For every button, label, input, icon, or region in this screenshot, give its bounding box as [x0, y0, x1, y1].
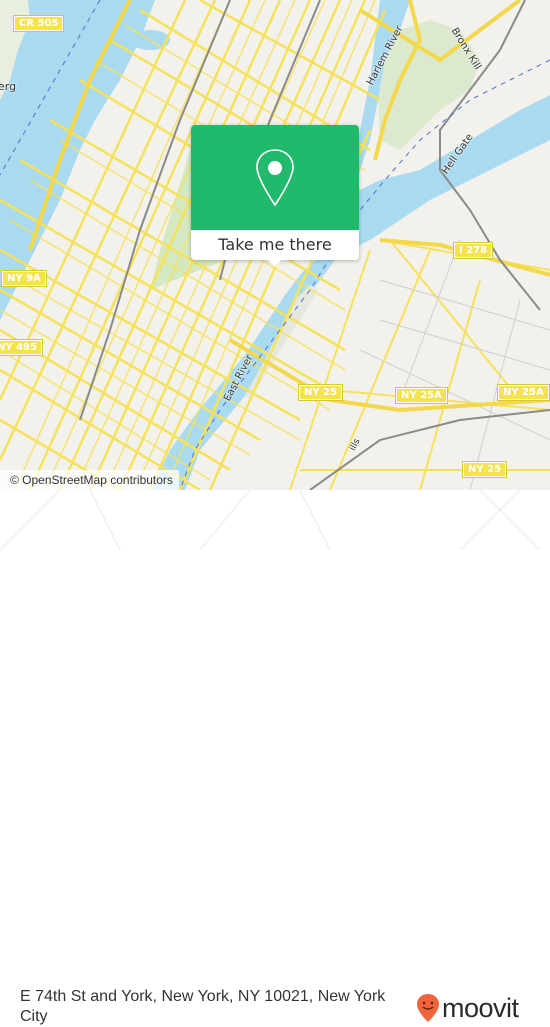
route-shield-ny25a-east: NY 25A — [497, 384, 550, 401]
popup-header — [191, 125, 359, 230]
popup-pointer — [267, 258, 283, 267]
place-label-berg: erg — [0, 80, 17, 93]
route-shield-i278: I 278 — [452, 242, 494, 259]
queens-streets — [289, 239, 550, 490]
route-shield-ny25a: NY 25A — [395, 387, 448, 404]
route-shield-ny9a: NY 9A — [1, 270, 47, 287]
route-shield-ny495: NY 495 — [0, 339, 43, 356]
moovit-wordmark: moovit — [442, 993, 519, 1023]
moovit-logo[interactable]: moovit — [416, 993, 519, 1023]
osm-attribution[interactable]: © OpenStreetMap contributors — [0, 470, 179, 490]
map-pin-icon — [256, 149, 294, 207]
route-shield-cr505: CR 505 — [12, 15, 65, 32]
moovit-pin-icon — [417, 994, 439, 1022]
take-me-there-button[interactable]: Take me there — [191, 230, 359, 260]
map[interactable]: CR 505 NY 9A NY 495 I 278 NY 25 NY 25A N… — [0, 0, 550, 490]
footer: E 74th St and York, New York, NY 10021, … — [0, 490, 550, 1025]
destination-popup: Take me there — [191, 125, 359, 267]
address-text: E 74th St and York, New York, NY 10021, … — [20, 988, 386, 1025]
route-shield-ny25: NY 25 — [297, 384, 344, 401]
route-shield-ny25-east: NY 25 — [461, 461, 508, 478]
footer-background-pattern — [0, 490, 541, 550]
